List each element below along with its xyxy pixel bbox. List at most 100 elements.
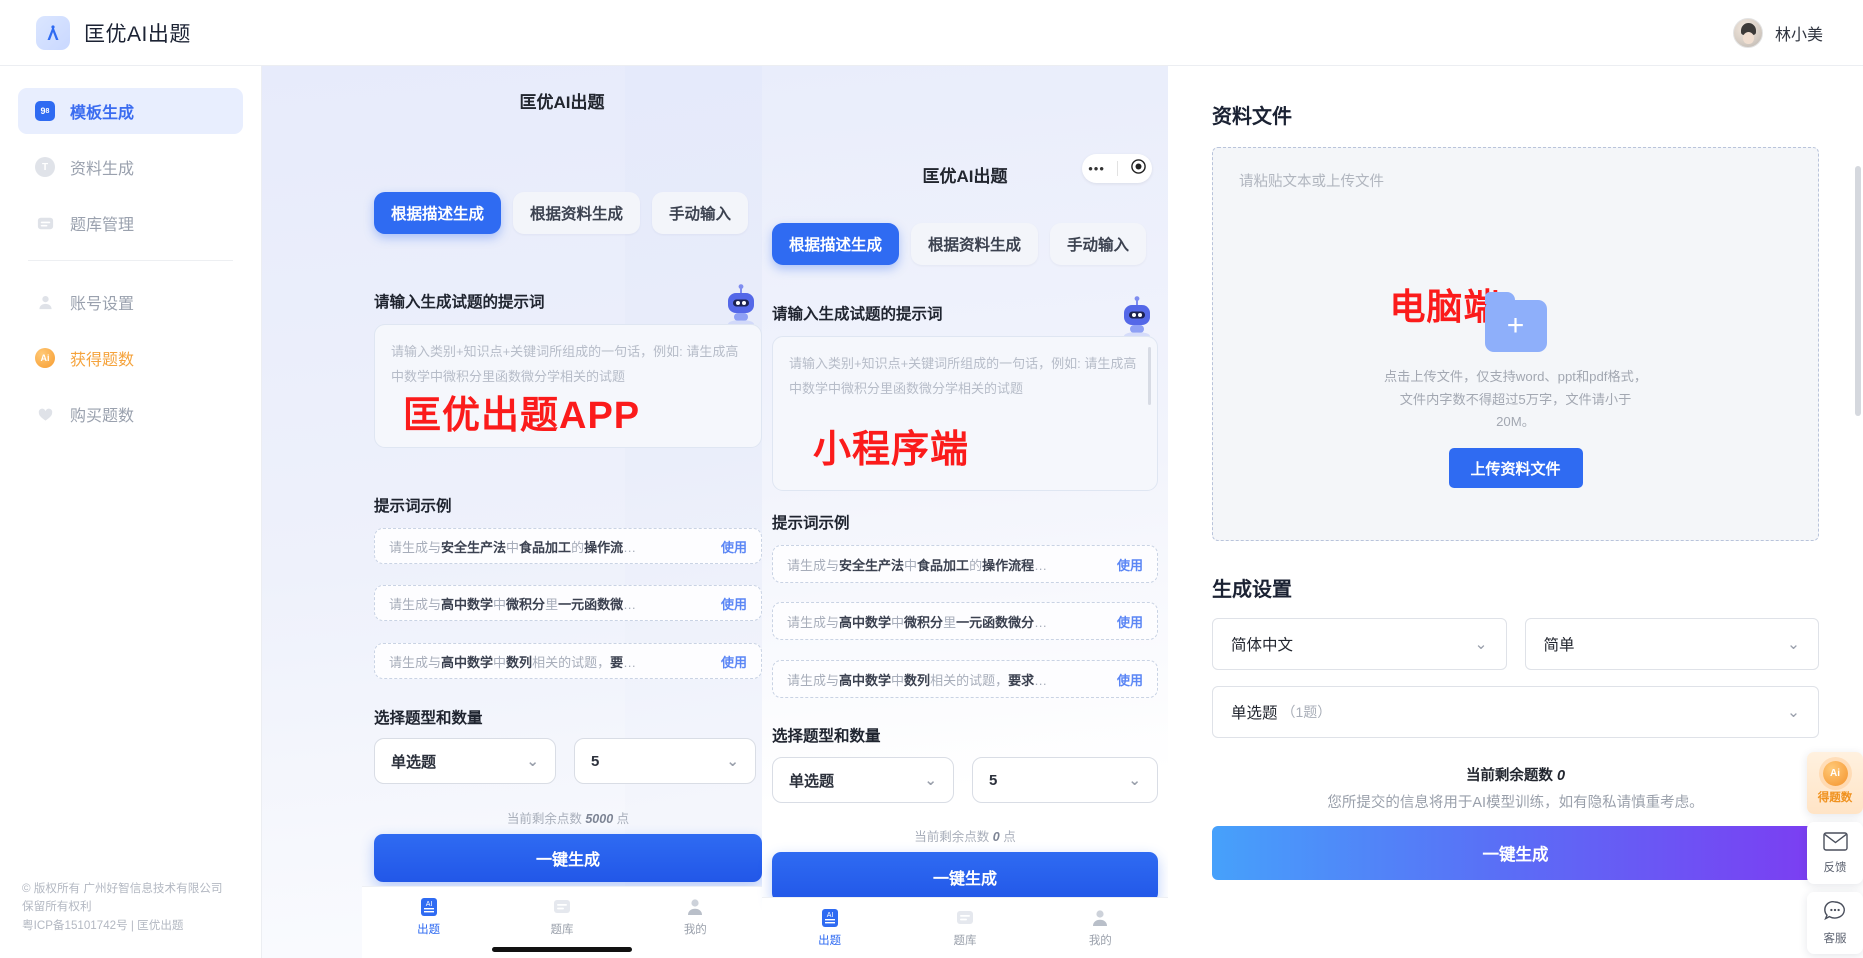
app-mock-title: 匡优AI出题 [519,93,605,112]
chevron-down-icon: ⌄ [1787,703,1800,721]
language-select[interactable]: 简体中文 ⌄ [1212,618,1507,670]
footer-copyright: © 版权所有 广州好智信息技术有限公司 [22,881,223,895]
textarea-scrollbar[interactable] [1148,347,1151,405]
example-use-button[interactable]: 使用 [711,594,747,613]
select-count: （1题） [1281,704,1332,720]
app-example-row[interactable]: 请生成与安全生产法中食品加工的操作流… 使用 [374,528,762,564]
target-circle-icon[interactable] [1130,158,1146,179]
app-question-type-select[interactable]: 单选题 ⌄ [374,738,556,784]
tabbar-label: 出题 [818,935,842,947]
select-value: 单选题 [1231,705,1278,722]
miniprogram-capsule[interactable]: ••• [1082,154,1152,183]
rail-label: 客服 [1823,933,1847,945]
mini-example-row[interactable]: 请生成与安全生产法中食品加工的操作流程… 使用 [772,545,1158,583]
right-panel: 资料文件 请粘贴文本或上传文件 电脑端 + 点击上传文件，仅支持word、ppt… [1168,66,1863,958]
example-use-button[interactable]: 使用 [711,652,747,671]
avatar[interactable] [1732,17,1763,48]
tabbar-item-mine[interactable]: 我的 [629,896,761,937]
page-scrollbar[interactable] [1855,166,1861,416]
mini-prompt-textarea[interactable]: 请输入类别+知识点+关键词所组成的一句话，例如: 请生成高中数学中微积分里函数微… [772,336,1158,491]
mini-prompt-label: 请输入生成试题的提示词 [772,306,943,323]
tab-label: 手动输入 [669,206,732,223]
app-root: 匡优AI出题 林小美 98 模板生成 T 资料生成 题库管理 账号设置 Ai 获… [0,0,1863,958]
tabbar-item-create[interactable]: AI 出题 [763,907,897,948]
rail-item-earn-questions[interactable]: Ai 得题数 [1807,752,1863,814]
tabbar-item-bank[interactable]: 题库 [898,907,1032,948]
home-indicator [492,947,632,952]
person-icon [34,291,56,313]
sidebar-item-buy-questions[interactable]: 购买题数 [18,391,243,437]
rail-item-feedback[interactable]: 反馈 [1807,822,1863,884]
tabbar-item-create[interactable]: AI 出题 [363,896,495,937]
app-prompt-textarea[interactable]: 请输入类别+知识点+关键词所组成的一句话，例如: 请生成高中数学中微积分里函数微… [374,324,762,448]
sidebar-divider [28,260,233,261]
sidebar-item-label: 购买题数 [70,408,135,425]
example-use-button[interactable]: 使用 [1107,670,1143,689]
brand[interactable]: 匡优AI出题 [0,15,191,50]
tabbar-label: 题库 [550,924,574,936]
app-examples-title: 提示词示例 [374,498,452,515]
app-example-row[interactable]: 请生成与高中数学中微积分里一元函数微… 使用 [374,585,762,621]
app-generate-button[interactable]: 一键生成 [374,834,762,882]
more-dots-icon[interactable]: ••• [1088,162,1105,175]
question-type-select[interactable]: 单选题 （1题） ⌄ [1212,686,1819,738]
tab-generate-by-material[interactable]: 根据资料生成 [513,192,641,234]
person-icon [684,896,706,918]
tabbar-label: 出题 [417,924,441,936]
select-value: 单选题 [391,753,437,771]
tabbar-item-mine[interactable]: 我的 [1033,907,1167,948]
archive-icon [551,896,573,918]
mini-question-count-select[interactable]: 5 ⌄ [972,757,1158,803]
footer-rights: 保留所有权利 [22,900,92,914]
example-use-button[interactable]: 使用 [711,537,747,556]
sidebar-item-template-generate[interactable]: 98 模板生成 [18,88,243,134]
rail-item-support[interactable]: 客服 [1807,892,1863,954]
remaining-prefix: 当前剩余题数 [1465,768,1553,784]
mini-example-row[interactable]: 请生成与高中数学中微积分里一元函数微分… 使用 [772,602,1158,640]
user-area[interactable]: 林小美 [1732,17,1863,48]
upload-dropzone[interactable]: 请粘贴文本或上传文件 电脑端 + 点击上传文件，仅支持word、ppt和pdf格… [1212,147,1819,541]
example-text: 请生成与高中数学中数列相关的试题，要… [389,654,637,670]
example-use-button[interactable]: 使用 [1107,612,1143,631]
paste-placeholder: 请粘贴文本或上传文件 [1239,174,1384,190]
tab-manual-input[interactable]: 手动输入 [1050,223,1147,265]
mini-mock-tabs: 根据描述生成 根据资料生成 手动输入 [772,223,1202,265]
sidebar-item-label: 模板生成 [70,105,135,122]
sidebar-item-material-generate[interactable]: T 资料生成 [18,144,243,190]
app-example-row[interactable]: 请生成与高中数学中数列相关的试题，要… 使用 [374,643,762,679]
upload-file-button[interactable]: 上传资料文件 [1448,448,1583,489]
heart-icon [34,403,56,425]
tab-label: 根据描述生成 [391,206,485,223]
ai-doc-icon: AI [819,907,841,929]
mini-example-row[interactable]: 请生成与高中数学中数列相关的试题，要求… 使用 [772,660,1158,698]
sidebar-item-label: 账号设置 [70,296,135,313]
folder-plus-icon[interactable]: + [1484,292,1547,352]
chevron-down-icon: ⌄ [924,772,937,789]
tab-label: 根据资料生成 [530,206,624,223]
sidebar-item-earn-questions[interactable]: Ai 获得题数 [18,335,243,381]
top-bar: 匡优AI出题 林小美 [0,0,1863,66]
difficulty-select[interactable]: 简单 ⌄ [1524,618,1819,670]
tab-manual-input[interactable]: 手动输入 [652,192,749,234]
privacy-note: 您所提交的信息将用于AI模型训练，如有隐私请慎重考虑。 [1327,795,1704,811]
tab-generate-by-description[interactable]: 根据描述生成 [374,192,502,234]
desktop-watermark: 电脑端 [1389,286,1501,327]
sidebar-item-account-settings[interactable]: 账号设置 [18,279,243,325]
generate-button[interactable]: 一键生成 [1212,826,1819,880]
app-tabbar: AI 出题 题库 我的 [362,886,762,958]
tab-generate-by-material[interactable]: 根据资料生成 [911,223,1039,265]
sidebar-item-question-bank[interactable]: 题库管理 [18,200,243,246]
chevron-down-icon: ⌄ [1128,772,1141,789]
sidebar-footer: © 版权所有 广州好智信息技术有限公司 保留所有权利 粤ICP备15101742… [22,880,240,936]
mini-examples-title: 提示词示例 [772,515,850,532]
app-question-count-select[interactable]: 5 ⌄ [574,738,756,784]
app-mock-tabs: 根据描述生成 根据资料生成 手动输入 [374,192,794,234]
mini-question-type-select[interactable]: 单选题 ⌄ [772,757,954,803]
tab-generate-by-description[interactable]: 根据描述生成 [772,223,900,265]
button-label: 一键生成 [932,871,997,888]
mini-generate-button[interactable]: 一键生成 [772,852,1158,902]
tabbar-item-bank[interactable]: 题库 [496,896,628,937]
example-use-button[interactable]: 使用 [1107,555,1143,574]
main-stage: 匡优AI出题 根据描述生成 根据资料生成 手动输入 请输入生成试题的提示词 请输… [262,66,1863,958]
floating-rail: Ai 得题数 反馈 客服 [1807,752,1863,958]
